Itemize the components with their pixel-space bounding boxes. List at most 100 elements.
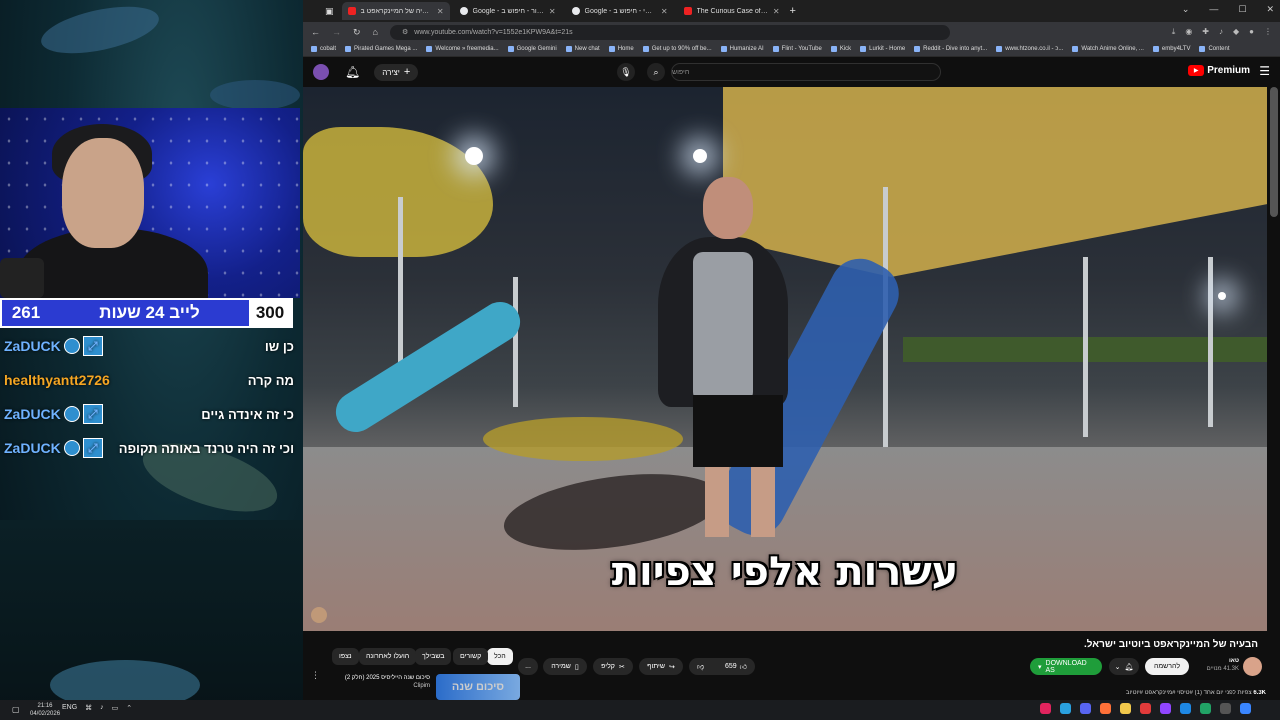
bookmark-item[interactable]: Google Gemini (507, 46, 557, 52)
app-icon[interactable] (1140, 703, 1151, 714)
chevron-down-icon[interactable]: ⌄ (1182, 4, 1190, 15)
more-actions-button[interactable]: ... (518, 658, 538, 675)
extension-icon[interactable]: ✚ (1202, 27, 1209, 37)
video-player[interactable]: עשרות אלפי צפיות (303, 87, 1267, 631)
google-icon (459, 7, 468, 15)
site-info-icon[interactable]: ⚙ (402, 28, 408, 36)
bookmark-item[interactable]: Kick (830, 46, 851, 52)
battery-icon[interactable]: ▭ (112, 704, 119, 712)
tab-youtube-active[interactable]: הבעיה של המיינקראפט ב ✕ (341, 2, 450, 20)
language-indicator[interactable]: ENG (62, 704, 77, 712)
bookmark-item[interactable]: Home (608, 46, 634, 52)
tab-google-1[interactable]: Google - סרטור - חיפוש ב ✕ (454, 2, 562, 20)
download-button[interactable]: ▾ DOWNLOAD AS (1030, 658, 1102, 675)
page-scrollbar[interactable] (1270, 87, 1278, 217)
menu-dots-icon[interactable]: ⋮ (1264, 27, 1272, 37)
close-icon[interactable]: ✕ (773, 7, 780, 16)
close-icon[interactable]: ✕ (549, 7, 556, 16)
voice-search-icon[interactable]: 🎙︎ (617, 63, 635, 81)
home-icon[interactable]: ⌂ (373, 27, 378, 37)
bell-icon[interactable]: 🔔︎ (345, 65, 360, 79)
reload-icon[interactable]: ↻ (353, 27, 361, 38)
tab-list-icon[interactable]: ▣ (325, 6, 334, 17)
bookmark-item[interactable]: emby4LTV (1152, 46, 1190, 52)
chip-recent[interactable]: הועלו לאחרונה (359, 648, 417, 665)
bookmark-item[interactable]: Pirated Games Mega ... (345, 46, 417, 52)
channel-name[interactable]: טאו (1195, 657, 1239, 665)
live-count-right: 300 (249, 300, 291, 326)
taskbar-apps (1040, 703, 1251, 714)
chat-message: ZaDUCK ⤢ וכי זה היה טרנד באותה תקופה (4, 434, 294, 462)
search-icon[interactable]: ⌕ (647, 63, 665, 81)
app-icon[interactable] (1220, 703, 1231, 714)
volume-icon[interactable]: ♪ (1219, 27, 1223, 37)
close-icon[interactable]: ✕ (661, 7, 668, 16)
like-button[interactable]: 659 👍︎ (725, 662, 747, 671)
bookmark-item[interactable]: cobalt (311, 46, 336, 52)
account-avatar[interactable] (313, 64, 329, 80)
bookmark-item[interactable]: Get up to 90% off be... (642, 46, 712, 52)
app-icon[interactable] (1160, 703, 1171, 714)
download-icon[interactable]: ⤓ (1172, 27, 1176, 37)
video-description[interactable]: 6.3K צפיות לפני יום אחד (1) #טיסוי #מיינ… (836, 690, 1266, 700)
verified-badge-icon (63, 338, 80, 354)
new-tab-button[interactable]: + (790, 5, 796, 17)
bookmark-item[interactable]: Watch Anime Online, ... (1072, 46, 1144, 52)
url-field[interactable]: ⚙ www.youtube.com/watch?v=1552e1KPW9A&t=… (389, 24, 950, 40)
recommended-video[interactable]: ⋮ סיכום שנה הייליסיס 2025 (חלק 2) Clipim… (311, 670, 520, 700)
clock[interactable]: 21:16 04/02/2026 (30, 702, 60, 718)
video-title: הבעיה של המיינקראפט ביוטיוב ישראל. (1084, 639, 1258, 650)
bookmark-item[interactable]: Lurkit - Home (860, 46, 905, 52)
share-button[interactable]: שיתוף ↪ (639, 658, 683, 675)
tray-expand-icon[interactable]: ⌃ (126, 704, 132, 712)
extension-icon[interactable]: ◉ (1185, 27, 1192, 37)
app-icon[interactable] (1180, 703, 1191, 714)
app-icon[interactable] (1240, 703, 1251, 714)
like-dislike-group: 👎︎ 659 👍︎ (689, 658, 755, 675)
youtube-header: 🔔︎ יצירה + 🎙︎ ⌕ חיפוש ▶ Premium ☰ (303, 57, 1280, 87)
firefox-icon[interactable] (1100, 703, 1111, 714)
subscribe-button[interactable]: להרשמה (1145, 658, 1189, 675)
tab-youtube-2[interactable]: The Curious Case of Clavicular ✕ (678, 2, 786, 20)
bookmark-item[interactable]: Humanize AI (720, 46, 764, 52)
channel-watermark[interactable] (311, 607, 327, 623)
rec-thumbnail[interactable]: סיכום שנה (436, 674, 520, 700)
back-icon[interactable]: ← (311, 27, 320, 37)
save-button[interactable]: שמירה ▯ (543, 658, 587, 675)
bookmark-item[interactable]: Reddit - Dive into anyt... (914, 46, 987, 52)
chip-for-you[interactable]: בשבילך (415, 648, 452, 665)
bookmark-item[interactable]: www.htzone.co.il - כ... (996, 46, 1063, 52)
volume-icon[interactable]: ♪ (100, 704, 104, 712)
app-icon[interactable] (1200, 703, 1211, 714)
file-explorer-icon[interactable] (1120, 703, 1131, 714)
create-button[interactable]: יצירה + (374, 63, 419, 81)
chip-watched[interactable]: נצפו (332, 648, 359, 665)
maximize-icon[interactable]: ☐ (1238, 4, 1246, 15)
discord-icon[interactable] (1080, 703, 1091, 714)
close-icon[interactable]: ✕ (437, 7, 444, 16)
bookmark-item[interactable]: Welcome » freemedia... (426, 46, 499, 52)
forward-icon[interactable]: → (332, 27, 341, 37)
dislike-icon[interactable]: 👎︎ (697, 662, 704, 671)
minimize-icon[interactable]: — (1209, 4, 1218, 15)
chip-all[interactable]: הכל (487, 648, 513, 665)
close-window-icon[interactable]: ✕ (1266, 4, 1274, 15)
channel-avatar[interactable] (1243, 657, 1262, 676)
youtube-logo[interactable]: ▶ Premium (1188, 65, 1250, 76)
bookmark-item[interactable]: Content (1199, 46, 1229, 52)
menu-dots-icon[interactable]: ⋮ (311, 670, 320, 681)
clip-button[interactable]: קליפ ✂ (593, 658, 633, 675)
notification-bell-button[interactable]: ⌄ 🔔︎ (1109, 658, 1139, 675)
tab-google-2[interactable]: Google - קלוסי - חיפוש ב ✕ (566, 2, 674, 20)
network-icon[interactable]: ⌘ (85, 704, 92, 712)
bookmark-item[interactable]: Flint - YouTube (772, 46, 822, 52)
search-input[interactable]: חיפוש (671, 63, 941, 81)
media-app-icon[interactable] (1040, 703, 1051, 714)
extension-icon[interactable]: ◆ (1233, 27, 1239, 37)
telegram-icon[interactable] (1060, 703, 1071, 714)
notification-icon[interactable]: ▢ (12, 705, 20, 714)
profile-icon[interactable]: ● (1249, 27, 1254, 37)
hamburger-menu-icon[interactable]: ☰ (1259, 64, 1270, 78)
chip-related[interactable]: קשורים (453, 648, 489, 665)
bookmark-item[interactable]: New chat (565, 46, 600, 52)
